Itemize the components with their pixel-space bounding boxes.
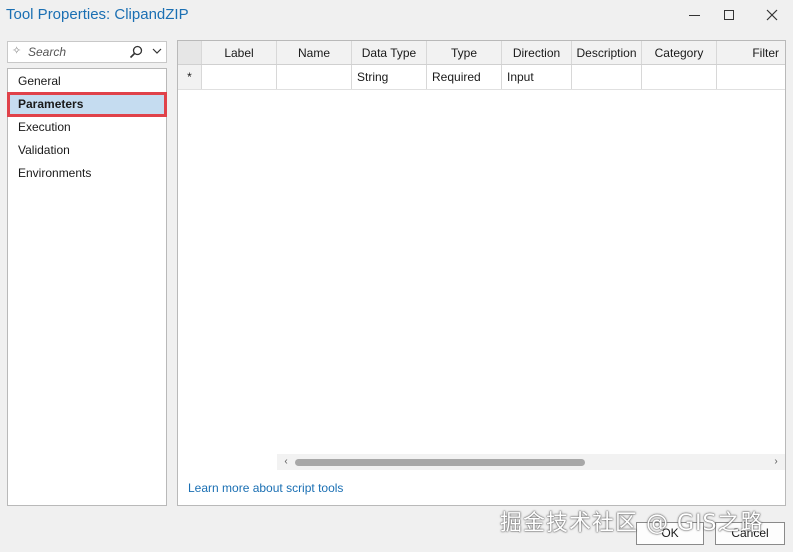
cell-category[interactable] xyxy=(642,65,717,89)
sidebar-nav: General Parameters Execution Validation … xyxy=(7,68,167,506)
close-icon xyxy=(766,9,778,21)
title-bar: Tool Properties: ClipandZIP xyxy=(0,0,793,32)
search-icon[interactable] xyxy=(129,45,143,59)
column-header-type[interactable]: Type xyxy=(427,41,502,64)
cell-description[interactable] xyxy=(572,65,642,89)
search-input[interactable] xyxy=(28,44,128,60)
scroll-left-icon[interactable]: ‹ xyxy=(280,454,292,470)
column-header-data-type[interactable]: Data Type xyxy=(352,41,427,64)
maximize-icon xyxy=(724,10,734,20)
column-header-filter[interactable]: Filter xyxy=(717,41,785,64)
cell-direction[interactable]: Input xyxy=(502,65,572,89)
maximize-button[interactable] xyxy=(718,4,740,26)
search-box[interactable]: ✧ xyxy=(7,41,167,63)
cell-name[interactable] xyxy=(277,65,352,89)
column-header-name[interactable]: Name xyxy=(277,41,352,64)
minimize-icon xyxy=(688,14,700,16)
cell-filter[interactable] xyxy=(717,65,785,89)
close-button[interactable] xyxy=(761,4,783,26)
cell-label[interactable] xyxy=(202,65,277,89)
sidebar-item-general[interactable]: General xyxy=(8,70,166,92)
sidebar-item-validation[interactable]: Validation xyxy=(8,139,166,161)
ok-button[interactable]: OK xyxy=(636,522,704,545)
row-header-new[interactable]: * xyxy=(178,65,202,89)
grid-header-row: Label Name Data Type Type Direction Desc… xyxy=(178,41,785,65)
sidebar-item-environments[interactable]: Environments xyxy=(8,162,166,184)
column-header-description[interactable]: Description xyxy=(572,41,642,64)
minimize-button[interactable] xyxy=(683,4,705,26)
sidebar-item-parameters[interactable]: Parameters xyxy=(8,93,166,115)
column-header-label[interactable]: Label xyxy=(202,41,277,64)
header-rowhead xyxy=(178,41,202,64)
scroll-right-icon[interactable]: › xyxy=(770,454,782,470)
horizontal-scrollbar[interactable]: ‹ › xyxy=(277,454,785,470)
column-header-direction[interactable]: Direction xyxy=(502,41,572,64)
chevron-down-icon[interactable] xyxy=(152,46,162,56)
column-header-category[interactable]: Category xyxy=(642,41,717,64)
window-title: Tool Properties: ClipandZIP xyxy=(6,6,189,23)
scrollbar-thumb[interactable] xyxy=(295,459,585,466)
sidebar-item-execution[interactable]: Execution xyxy=(8,116,166,138)
table-row[interactable]: * String Required Input xyxy=(178,65,785,90)
cell-type[interactable]: Required xyxy=(427,65,502,89)
sparkle-icon: ✧ xyxy=(12,45,22,57)
cancel-button[interactable]: Cancel xyxy=(715,522,785,545)
cell-data-type[interactable]: String xyxy=(352,65,427,89)
learn-more-link[interactable]: Learn more about script tools xyxy=(188,481,343,495)
parameters-grid: Label Name Data Type Type Direction Desc… xyxy=(177,40,786,506)
